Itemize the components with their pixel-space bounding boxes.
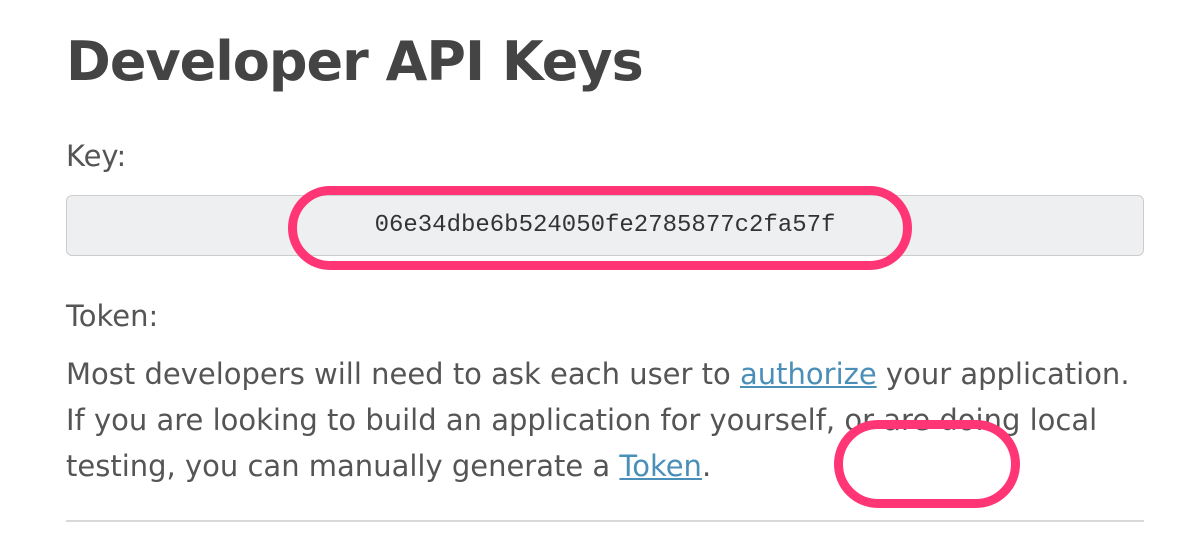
key-label: Key: [66, 139, 127, 173]
description-text-end: . [701, 449, 712, 483]
section-divider [66, 520, 1144, 522]
page-title: Developer API Keys [66, 30, 644, 93]
token-label: Token: [66, 299, 159, 333]
token-description: Most developers will need to ask each us… [66, 351, 1146, 489]
authorize-link[interactable]: authorize [740, 357, 877, 391]
description-text-start: Most developers will need to ask each us… [66, 357, 740, 391]
token-link[interactable]: Token [619, 449, 702, 483]
api-key-field[interactable] [66, 195, 1144, 256]
